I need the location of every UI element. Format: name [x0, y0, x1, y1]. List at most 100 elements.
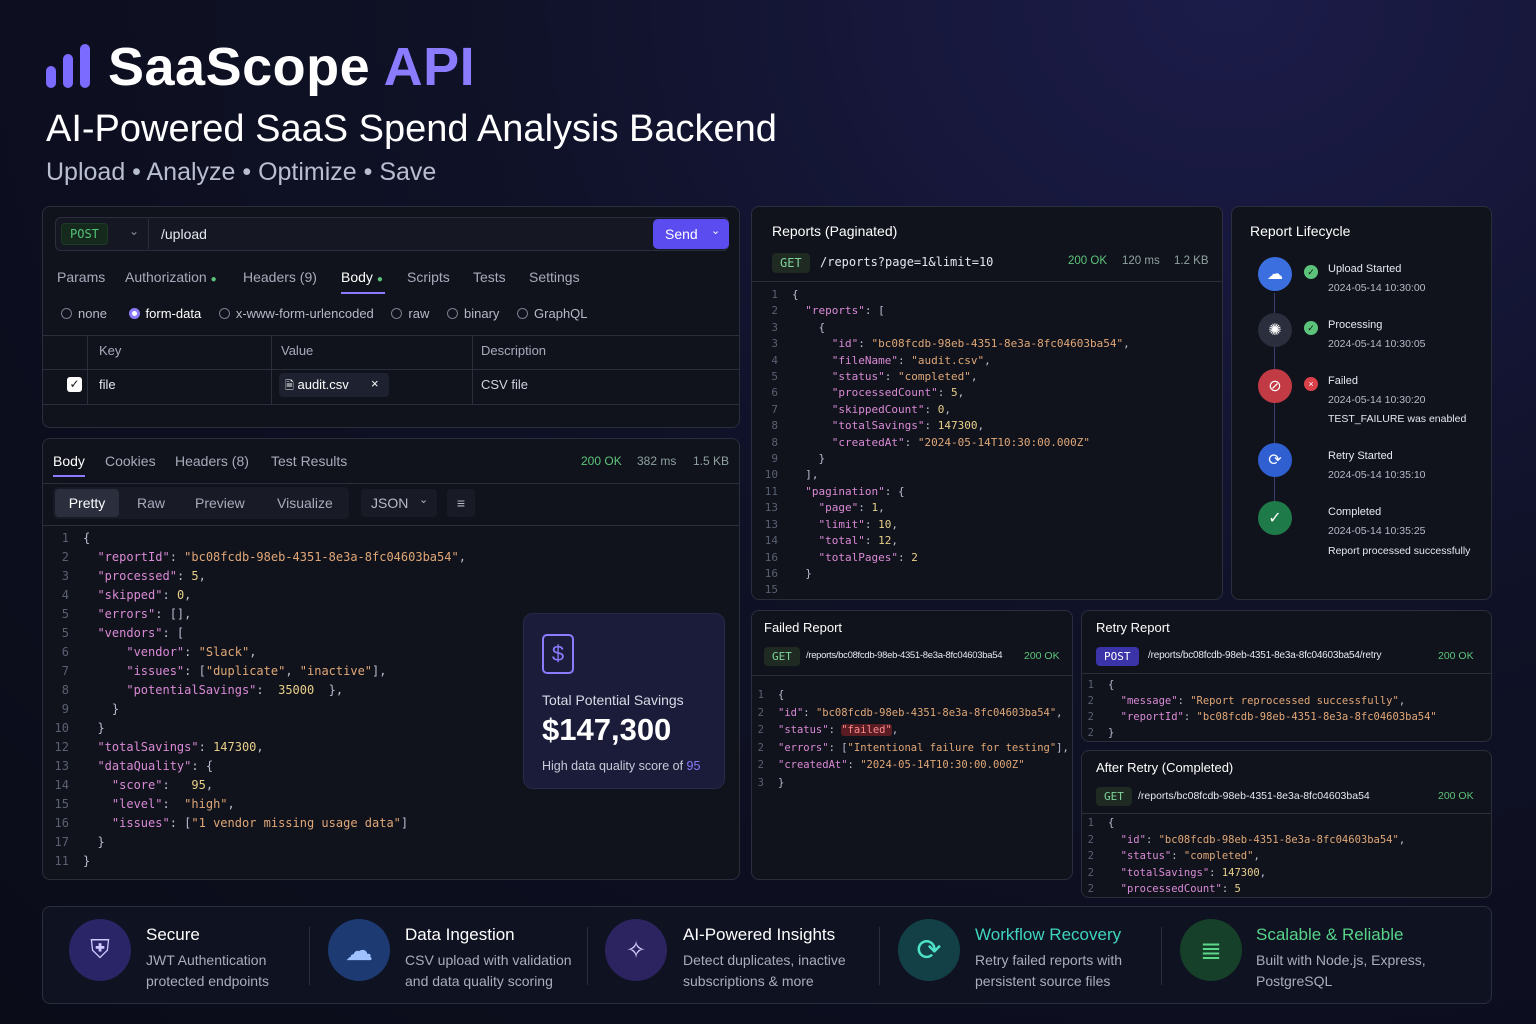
step-time: 2024-05-14 10:35:25	[1328, 525, 1426, 537]
resp-tab-tests[interactable]: Test Results	[271, 453, 347, 469]
reports-url[interactable]: /reports?page=1&limit=10	[820, 255, 993, 269]
failed-status: 200 OK	[1024, 650, 1060, 662]
radio-raw[interactable]: raw	[391, 306, 429, 321]
refresh-icon: ⟳	[898, 919, 960, 981]
row-key[interactable]: file	[99, 377, 116, 392]
shield-icon: ⛨	[69, 919, 131, 981]
lifecycle-panel: Report Lifecycle ☁ ✺ ⊘ ⟳ ✓ ✓ ✓ × Upload …	[1231, 206, 1492, 600]
step-time: 2024-05-14 10:35:10	[1328, 469, 1426, 481]
tab-body-underline	[341, 292, 385, 294]
step-name: Retry Started	[1328, 450, 1393, 462]
feature-desc: Detect duplicates, inactive subscription…	[683, 952, 846, 989]
retry-icon: ⟳	[1258, 443, 1292, 477]
method-select[interactable]: POST ⌄	[57, 219, 149, 249]
chevron-down-icon: ⌄	[419, 494, 429, 506]
feature-title: Workflow Recovery	[975, 925, 1122, 944]
remove-file-icon[interactable]: ×	[371, 376, 379, 391]
feature-desc: JWT Authentication protected endpoints	[146, 952, 269, 989]
reports-time: 120 ms	[1122, 255, 1160, 267]
reports-title: Reports (Paginated)	[772, 223, 898, 239]
radio-form-data[interactable]: form-data	[128, 306, 201, 321]
chevron-down-icon: ⌄	[129, 224, 140, 238]
radio-binary[interactable]: binary	[447, 306, 499, 321]
resp-tab-headers[interactable]: Headers (8)	[175, 453, 249, 469]
failed-method: GET	[764, 647, 800, 666]
step-note: Report processed successfully	[1328, 545, 1471, 557]
savings-label: Total Potential Savings	[542, 692, 684, 708]
tab-params[interactable]: Params	[57, 269, 105, 285]
view-raw[interactable]: Raw	[137, 495, 165, 511]
feature-title: Scalable & Reliable	[1256, 925, 1404, 944]
retry-status: 200 OK	[1438, 650, 1474, 662]
tab-headers[interactable]: Headers (9)	[243, 269, 317, 285]
failed-title: Failed Report	[764, 620, 843, 635]
file-chip[interactable]: 🗎 audit.csv ×	[279, 373, 389, 397]
response-json: 1{ 2 "reportId": "bc08fcdb-98eb-4351-8e3…	[54, 531, 466, 868]
status-badge: 200 OK	[581, 454, 622, 468]
step-time: 2024-05-14 10:30:20	[1328, 394, 1426, 406]
failed-url[interactable]: /reports/bc08fcdb-98eb-4351-8e3a-8fc0460…	[806, 650, 1002, 661]
response-size: 1.5 KB	[693, 454, 730, 468]
after-status: 200 OK	[1438, 790, 1474, 802]
reports-size: 1.2 KB	[1174, 255, 1209, 267]
feature-title: Data Ingestion	[405, 925, 515, 944]
failed-json: 1{ 2 "id": "bc08fcdb-98eb-4351-8e3a-8fc04…	[757, 689, 1069, 789]
response-time: 382 ms	[637, 454, 677, 468]
row-description[interactable]: CSV file	[481, 377, 528, 392]
check-icon: ✓	[1258, 501, 1292, 535]
database-icon: ≣	[1180, 919, 1242, 981]
resp-tab-cookies[interactable]: Cookies	[105, 453, 156, 469]
step-name: Completed	[1328, 506, 1382, 518]
dollar-document-icon: $	[542, 634, 574, 674]
savings-amount: $147,300	[542, 712, 672, 747]
reports-panel: Reports (Paginated) GET /reports?page=1&…	[751, 206, 1223, 600]
ai-insights-icon: ✧	[605, 919, 667, 981]
error-icon: ⊘	[1258, 369, 1292, 403]
form-data-table	[43, 335, 739, 405]
reports-json: 1{ 2 "reports": [ 3 { 3 "id": "bc08fcdb-…	[764, 288, 1130, 597]
step-time: 2024-05-14 10:30:00	[1328, 282, 1426, 294]
feature-desc: CSV upload with validation and data qual…	[405, 952, 572, 989]
view-visualize[interactable]: Visualize	[277, 495, 333, 511]
after-retry-panel: After Retry (Completed) GET /reports/bc0…	[1081, 750, 1492, 898]
feature-title: AI-Powered Insights	[683, 925, 836, 944]
response-panel: Body Cookies Headers (8) Test Results 20…	[42, 438, 740, 880]
retry-json: 1{ 2 "message": "Report reprocessed succ…	[1087, 679, 1437, 739]
page-title: AI-Powered SaaS Spend Analysis Backend	[46, 108, 777, 150]
step-name: Upload Started	[1328, 263, 1402, 275]
retry-url[interactable]: /reports/bc08fcdb-98eb-4351-8e3a-8fc0460…	[1148, 650, 1381, 661]
row-checkbox[interactable]: ✓	[67, 377, 82, 392]
radio-none[interactable]: none	[61, 306, 107, 321]
after-url[interactable]: /reports/bc08fcdb-98eb-4351-8e3a-8fc0460…	[1138, 790, 1370, 802]
view-preview[interactable]: Preview	[195, 495, 245, 511]
radio-graphql[interactable]: GraphQL	[517, 306, 588, 321]
step-name: Processing	[1328, 319, 1383, 331]
step-name: Failed	[1328, 375, 1358, 387]
method-badge: POST	[61, 223, 108, 245]
feature-desc: Built with Node.js, Express, PostgreSQL	[1256, 952, 1426, 989]
tab-scripts[interactable]: Scripts	[407, 269, 450, 285]
retry-method: POST	[1096, 647, 1139, 666]
radio-urlencoded[interactable]: x-www-form-urlencoded	[218, 306, 374, 321]
page-subtitle: Upload • Analyze • Optimize • Save	[46, 158, 437, 186]
logo-icon	[46, 44, 92, 88]
format-select[interactable]: JSON ⌄	[361, 489, 437, 517]
column-key: Key	[99, 343, 122, 358]
view-pretty[interactable]: Pretty	[55, 489, 119, 517]
tab-tests[interactable]: Tests	[473, 269, 506, 285]
tab-authorization[interactable]: Authorization ●	[125, 269, 217, 285]
body-type-radios: none form-data x-www-form-urlencoded raw…	[61, 306, 588, 321]
after-method: GET	[1096, 787, 1132, 806]
wrap-icon[interactable]: ≡	[447, 489, 475, 517]
success-check-icon: ✓	[1304, 321, 1318, 335]
url-input[interactable]: /upload	[161, 226, 207, 242]
tab-body[interactable]: Body ●	[341, 269, 383, 285]
reports-status: 200 OK	[1068, 255, 1107, 267]
tab-settings[interactable]: Settings	[529, 269, 580, 285]
chevron-down-icon: ⌄	[711, 225, 721, 237]
resp-tab-body[interactable]: Body	[53, 453, 85, 469]
fail-x-icon: ×	[1304, 377, 1318, 391]
failed-report-panel: Failed Report GET /reports/bc08fcdb-98eb…	[751, 610, 1073, 880]
send-button[interactable]: Send ⌄	[653, 219, 729, 249]
retry-title: Retry Report	[1096, 620, 1170, 635]
